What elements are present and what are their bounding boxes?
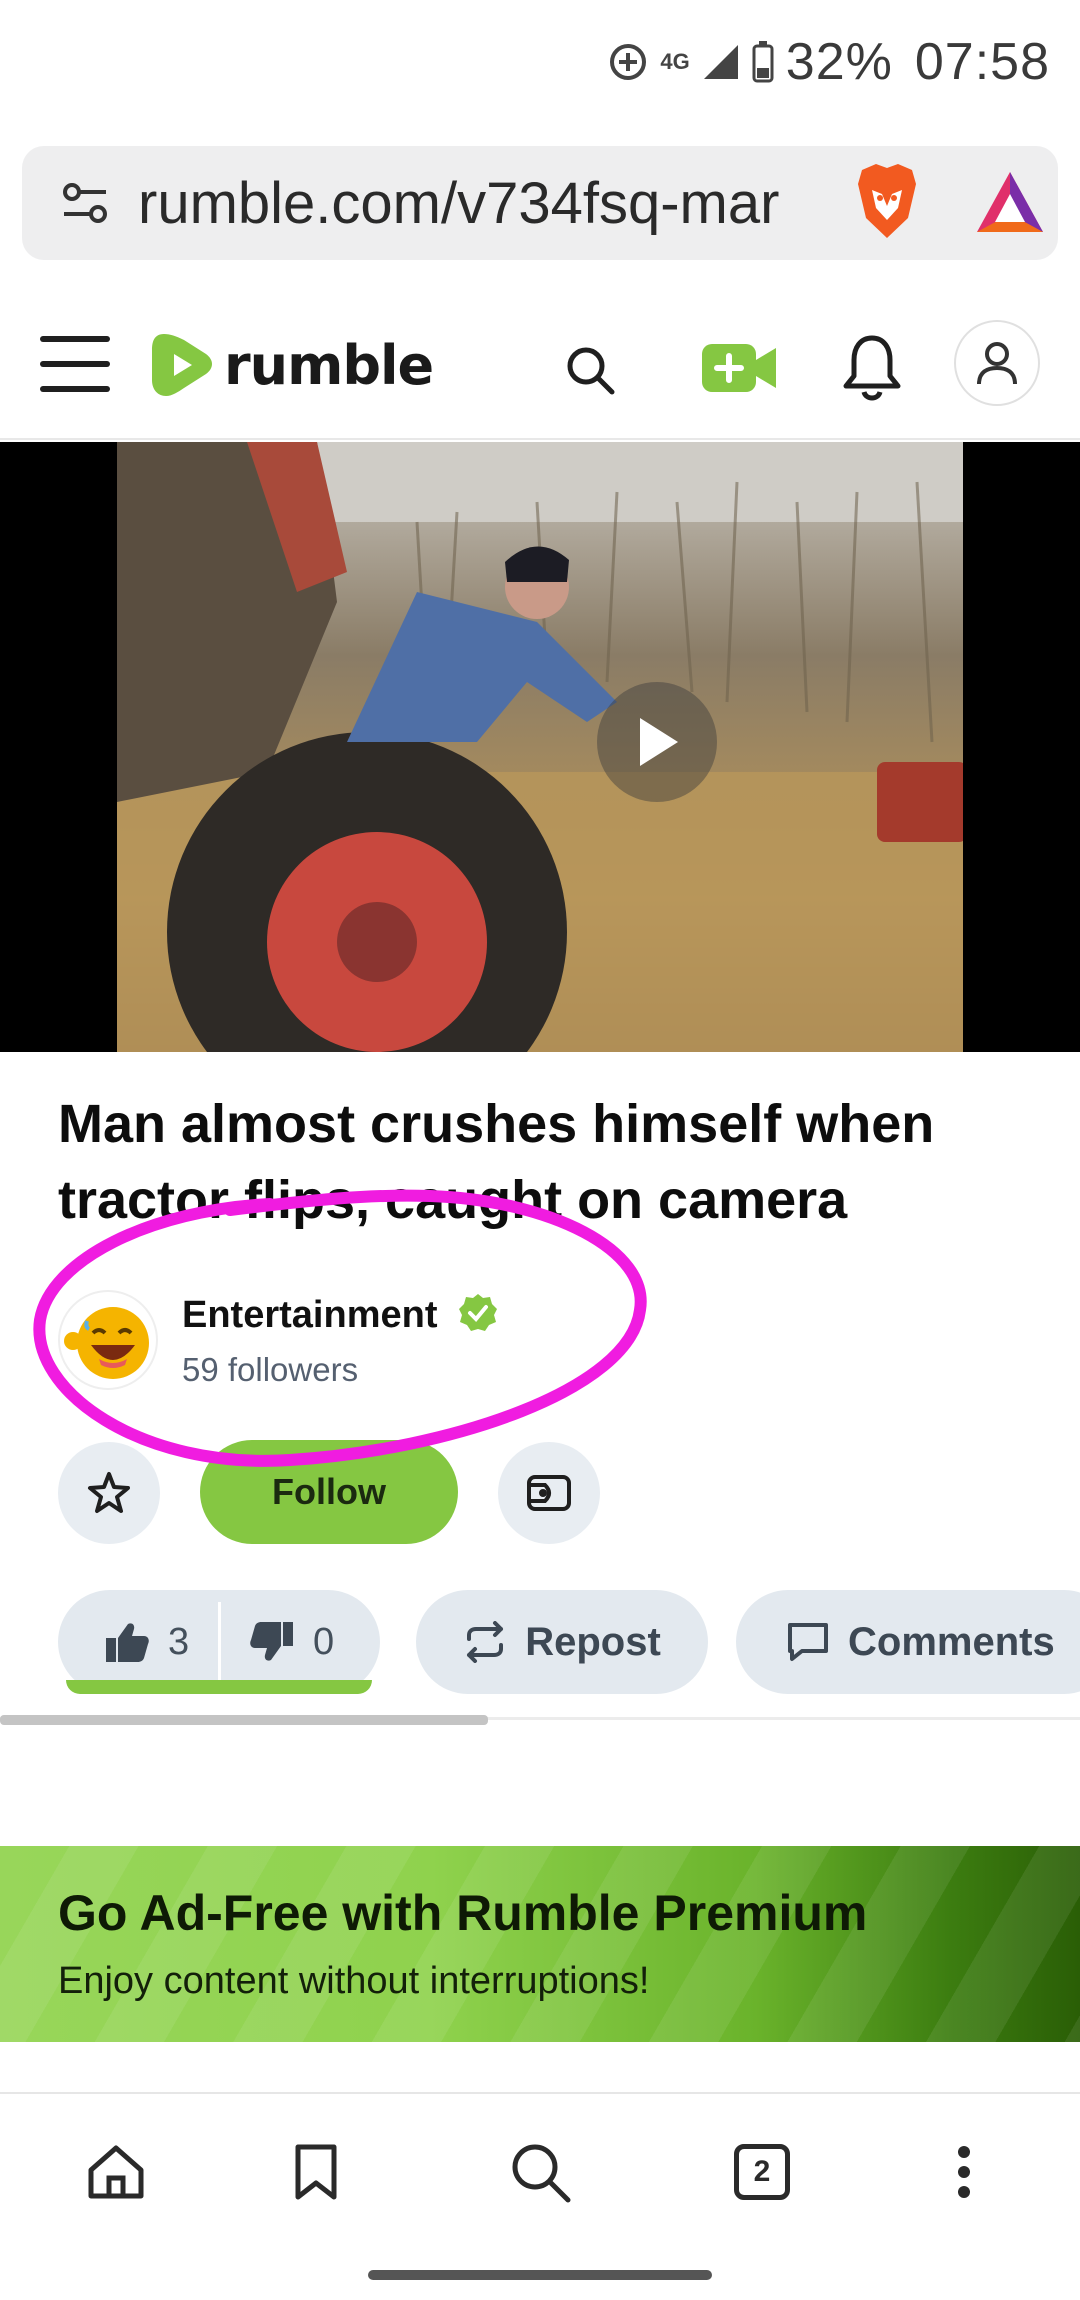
search-icon[interactable] [560,340,620,405]
vote-ratio-bar [66,1680,372,1694]
channel-name-row: Entertainment [182,1292,499,1339]
channel-followers: 59 followers [182,1350,359,1388]
repost-button[interactable]: Repost [416,1590,708,1694]
repost-icon [467,1621,504,1663]
laughing-emoji-icon [64,1307,149,1379]
more-menu-button[interactable] [924,2132,1004,2212]
bookmarks-button[interactable] [276,2132,356,2212]
video-thumbnail[interactable] [117,442,963,1052]
clock: 07:58 [914,33,1050,91]
channel-name[interactable]: Entertainment [182,1294,437,1337]
more-menu-icon [958,2146,970,2198]
dislike-button[interactable]: 0 [221,1590,334,1694]
signal-icon [702,43,740,81]
channel-info[interactable]: Entertainment 59 followers [58,1290,499,1390]
network-type-label: 4G [660,51,689,73]
premium-promo-banner[interactable]: Go Ad-Free with Rumble Premium Enjoy con… [0,1846,1080,2042]
comments-label: Comments [848,1619,1055,1664]
rant-icon [527,1475,571,1511]
banner-pattern [0,1846,1080,2042]
home-button[interactable] [76,2132,156,2212]
comment-icon [788,1623,828,1661]
brave-rewards-icon[interactable] [975,170,1045,239]
vote-control: 3 0 [58,1590,380,1694]
play-button[interactable] [597,682,717,802]
repost-label: Repost [525,1619,661,1664]
user-account-icon[interactable] [954,320,1040,406]
tabs-button[interactable]: 2 [722,2132,802,2212]
verified-badge-icon [457,1292,499,1339]
url-text[interactable]: rumble.com/v734fsq-mar [138,170,828,237]
status-indicators: 4G 32% 07:58 [608,30,1050,94]
hotspot-icon [608,42,648,82]
channel-avatar[interactable] [58,1290,158,1390]
video-player[interactable] [0,442,1080,1052]
network-type-text: 4G [660,49,690,74]
favorite-button[interactable] [58,1442,160,1544]
tabs-icon: 2 [734,2144,790,2200]
promo-title: Go Ad-Free with Rumble Premium [58,1885,868,1941]
star-icon [88,1472,130,1513]
video-title: Man almost crushes himself when tractor … [58,1094,935,1230]
thumbs-up-icon [106,1623,149,1662]
gesture-navigation-bar[interactable] [368,2270,712,2280]
dislike-count: 0 [313,1620,335,1663]
home-icon [88,2145,144,2199]
bookmark-icon [295,2144,337,2200]
logo-text: rumble [224,333,434,397]
channel-text: Entertainment 59 followers [182,1292,499,1389]
search-icon [512,2144,571,2203]
video-frame-image [117,442,963,1052]
play-icon [640,718,678,766]
notifications-bell-icon[interactable] [842,332,902,409]
battery-percent: 32% [785,33,893,91]
like-count: 3 [168,1620,190,1663]
promo-subtitle: Enjoy content without interruptions! [58,1960,650,2002]
comments-button[interactable]: Comments [736,1590,1080,1694]
rumble-logo[interactable]: rumble [150,330,434,400]
browser-bottom-toolbar: 2 [0,2092,1080,2300]
brave-shields-icon[interactable] [852,162,922,247]
thumbs-down-icon [250,1622,293,1661]
battery-icon [752,41,774,83]
upload-video-icon[interactable] [700,340,780,401]
follow-button[interactable]: Follow [200,1440,458,1544]
rant-button[interactable] [498,1442,600,1544]
status-bar: 4G 32% 07:58 [0,0,1080,125]
like-button[interactable]: 3 [58,1590,218,1694]
site-settings-icon[interactable] [62,181,108,230]
menu-icon[interactable] [40,336,110,392]
horizontal-scroll-thumb[interactable] [0,1715,488,1725]
address-bar[interactable]: rumble.com/v734fsq-mar [22,146,1058,260]
rumble-play-logo-icon [152,334,212,396]
site-header: rumble [0,300,1080,440]
search-button[interactable] [500,2132,580,2212]
